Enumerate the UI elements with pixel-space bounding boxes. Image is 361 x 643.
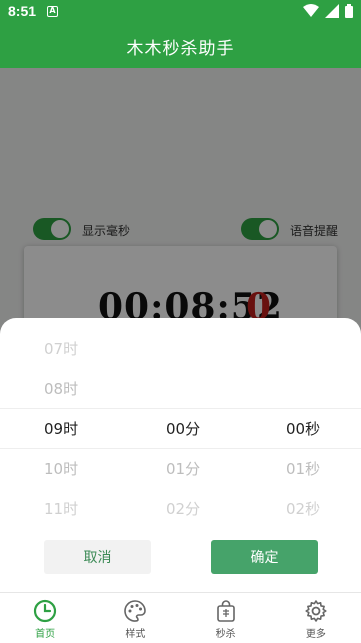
second-option[interactable]: 02秒 <box>286 498 320 519</box>
picker-row-selected: 09时 00分 00秒 <box>0 408 361 448</box>
app-bar: 木木秒杀助手 <box>0 24 361 68</box>
nav-item-more[interactable]: 更多 <box>271 593 361 643</box>
confirm-button[interactable]: 确定 <box>211 540 318 574</box>
palette-icon <box>124 599 147 622</box>
signal-icon <box>325 4 339 18</box>
nav-item-style[interactable]: 样式 <box>90 593 180 643</box>
status-icons <box>303 4 353 18</box>
minute-option[interactable]: 01分 <box>166 458 200 479</box>
nav-label: 秒杀 <box>215 628 236 640</box>
picker-row: 08时 <box>0 368 361 408</box>
app-title: 木木秒杀助手 <box>126 38 235 59</box>
time-picker[interactable]: 07时 08时 09时 00分 00秒 10时 01分 01秒 11时 02分 … <box>0 328 361 528</box>
picker-row: 07时 <box>0 328 361 368</box>
notification-icon: A <box>47 6 58 17</box>
nav-label: 首页 <box>35 628 56 640</box>
status-bar: 8:51 A <box>0 0 361 24</box>
cancel-button[interactable]: 取消 <box>44 540 151 574</box>
wifi-icon <box>303 4 319 17</box>
clock-icon <box>34 599 57 622</box>
nav-label: 更多 <box>305 628 326 640</box>
status-time: 8:51 <box>8 3 37 19</box>
minute-selected[interactable]: 00分 <box>166 418 200 439</box>
nav-item-seckill[interactable]: 秒杀 <box>181 593 271 643</box>
picker-row: 10时 01分 01秒 <box>0 448 361 488</box>
second-selected[interactable]: 00秒 <box>286 418 320 439</box>
hour-option[interactable]: 11时 <box>44 498 78 519</box>
hour-option[interactable]: 10时 <box>44 458 78 479</box>
hour-option[interactable]: 07时 <box>44 338 78 359</box>
nav-label: 样式 <box>125 628 146 640</box>
nav-item-home[interactable]: 首页 <box>0 593 90 643</box>
time-picker-sheet: 07时 08时 09时 00分 00秒 10时 01分 01秒 11时 02分 … <box>0 318 361 592</box>
gear-icon <box>305 599 327 622</box>
minute-option[interactable]: 02分 <box>166 498 200 519</box>
battery-icon <box>345 4 353 18</box>
hour-option[interactable]: 08时 <box>44 378 78 399</box>
bottom-nav: 首页 样式 秒杀 更多 <box>0 592 361 643</box>
bag-icon <box>216 599 235 622</box>
picker-row: 11时 02分 02秒 <box>0 488 361 528</box>
hour-selected[interactable]: 09时 <box>44 418 78 439</box>
second-option[interactable]: 01秒 <box>286 458 320 479</box>
